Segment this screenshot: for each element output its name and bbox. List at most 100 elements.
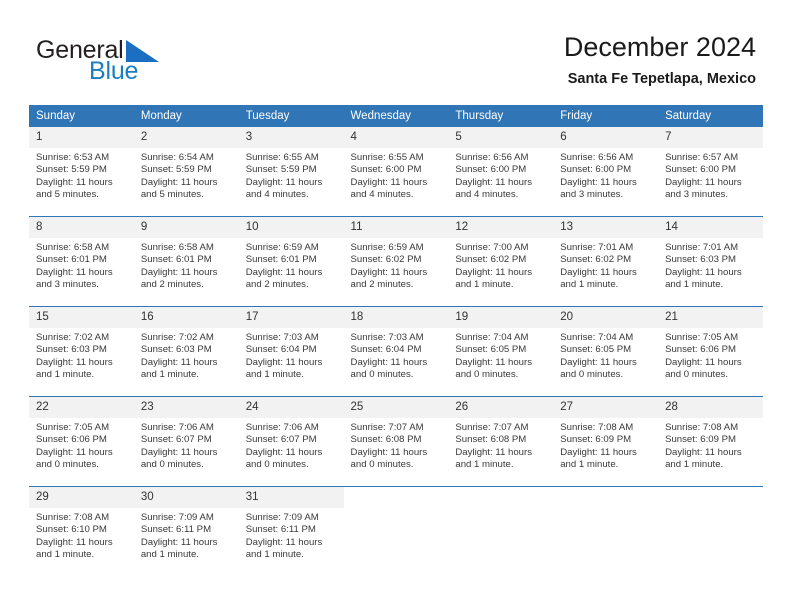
calendar-day-cell[interactable]: 16 Sunrise: 7:02 AM Sunset: 6:03 PM Dayligh… [133,306,239,397]
sunset-time: Sunset: 5:59 PM [245,164,317,176]
day-cell-inner: 18 Sunrise: 7:03 AM Sunset: 6:04 PM Dayligh… [343,307,449,396]
sunrise-time: Sunrise: 7:01 AM [665,242,739,253]
calendar-day-cell[interactable]: 30 Sunrise: 7:09 AM Sunset: 6:11 PM Dayligh… [133,486,239,576]
day-number [553,487,658,508]
sunrise-time: Sunrise: 7:06 AM [140,422,214,433]
day-details: Sunrise: 7:09 AM Sunset: 6:11 PM Daylight:… [134,508,239,562]
daylight-duration-line2: and 2 minutes. [140,279,204,291]
calendar-day-cell[interactable]: 7 Sunrise: 6:57 AM Sunset: 6:00 PM Daylight… [658,126,763,217]
day-cell-inner: 13 Sunrise: 7:01 AM Sunset: 6:02 PM Dayligh… [553,217,659,306]
weekday-header-sunday: Sunday [29,105,134,127]
calendar-day-cell[interactable]: 26 Sunrise: 7:07 AM Sunset: 6:08 PM Dayligh… [448,396,554,487]
day-number: 15 [29,307,134,328]
calendar-day-cell[interactable]: 11 Sunrise: 6:59 AM Sunset: 6:02 PM Dayligh… [343,216,449,307]
day-details: Sunrise: 7:02 AM Sunset: 6:03 PM Daylight:… [29,328,134,382]
day-number: 11 [343,217,449,238]
daylight-duration-line2: and 5 minutes. [36,189,99,201]
daylight-duration-line1: Daylight: 11 hours [140,176,218,188]
day-number [658,487,763,508]
day-cell-inner: 5 Sunrise: 6:56 AM Sunset: 6:00 PM Daylight… [448,127,554,216]
day-number: 28 [658,397,763,418]
day-details: Sunrise: 7:06 AM Sunset: 6:07 PM Daylight:… [134,418,239,472]
brand-logo[interactable]: General Blue [36,36,216,88]
calendar-day-cell[interactable]: 15 Sunrise: 7:02 AM Sunset: 6:03 PM Dayligh… [29,306,134,397]
calendar-day-cell[interactable]: 23 Sunrise: 7:06 AM Sunset: 6:07 PM Dayligh… [133,396,239,487]
daylight-duration-line1: Daylight: 11 hours [455,176,532,188]
sunrise-time: Sunrise: 7:00 AM [455,242,529,253]
calendar-day-cell[interactable]: 5 Sunrise: 6:56 AM Sunset: 6:00 PM Daylight… [448,126,554,217]
daylight-duration-line2: and 0 minutes. [36,459,99,471]
day-number: 10 [238,217,344,238]
day-details [448,508,553,512]
sunrise-time: Sunrise: 7:04 AM [455,332,529,343]
calendar-day-cell[interactable]: 12 Sunrise: 7:00 AM Sunset: 6:02 PM Dayligh… [448,216,554,307]
daylight-duration-line2: and 1 minute. [140,369,199,381]
sunrise-time: Sunrise: 7:09 AM [245,512,319,523]
daylight-duration-line1: Daylight: 11 hours [245,356,323,368]
day-details: Sunrise: 7:08 AM Sunset: 6:10 PM Daylight:… [29,508,134,562]
calendar-day-cell[interactable]: 29 Sunrise: 7:08 AM Sunset: 6:10 PM Dayligh… [29,486,134,576]
calendar-day-cell[interactable]: 18 Sunrise: 7:03 AM Sunset: 6:04 PM Dayligh… [343,306,449,397]
day-number: 16 [133,307,239,328]
sunrise-time: Sunrise: 7:04 AM [560,332,634,343]
day-details: Sunrise: 7:04 AM Sunset: 6:05 PM Daylight:… [553,328,658,382]
calendar-day-cell[interactable]: 31 Sunrise: 7:09 AM Sunset: 6:11 PM Dayligh… [238,486,344,576]
day-details: Sunrise: 6:53 AM Sunset: 5:59 PM Daylight:… [29,148,134,202]
day-details: Sunrise: 7:03 AM Sunset: 6:04 PM Daylight:… [344,328,449,382]
weekday-header-wednesday: Wednesday [343,105,449,127]
calendar-day-cell[interactable]: 28 Sunrise: 7:08 AM Sunset: 6:09 PM Dayligh… [658,396,763,487]
day-details: Sunrise: 7:06 AM Sunset: 6:07 PM Daylight:… [239,418,344,472]
calendar-day-cell[interactable]: 13 Sunrise: 7:01 AM Sunset: 6:02 PM Dayligh… [553,216,659,307]
calendar-day-cell[interactable]: 1 Sunrise: 6:53 AM Sunset: 5:59 PM Daylight… [29,126,134,217]
daylight-duration-line1: Daylight: 11 hours [245,536,323,548]
day-number: 5 [448,127,554,148]
calendar-day-cell[interactable]: 8 Sunrise: 6:58 AM Sunset: 6:01 PM Daylight… [29,216,134,307]
daylight-duration-line1: Daylight: 11 hours [245,446,323,458]
sunset-time: Sunset: 6:00 PM [665,164,736,176]
calendar-day-cell[interactable]: 21 Sunrise: 7:05 AM Sunset: 6:06 PM Dayligh… [658,306,763,397]
day-cell-inner: 27 Sunrise: 7:08 AM Sunset: 6:09 PM Dayligh… [553,397,659,486]
calendar-day-cell[interactable]: 27 Sunrise: 7:08 AM Sunset: 6:09 PM Dayligh… [553,396,659,487]
daylight-duration-line1: Daylight: 11 hours [560,446,637,458]
calendar-day-cell[interactable]: 25 Sunrise: 7:07 AM Sunset: 6:08 PM Dayligh… [343,396,449,487]
calendar-page: General Blue December 2024 Santa Fe Tepe… [0,0,792,612]
daylight-duration-line1: Daylight: 11 hours [36,446,113,458]
calendar-day-cell[interactable]: 20 Sunrise: 7:04 AM Sunset: 6:05 PM Dayligh… [553,306,659,397]
calendar-day-cell[interactable]: 6 Sunrise: 6:56 AM Sunset: 6:00 PM Daylight… [553,126,659,217]
calendar-day-cell[interactable]: 24 Sunrise: 7:06 AM Sunset: 6:07 PM Dayligh… [238,396,344,487]
day-cell-inner: 15 Sunrise: 7:02 AM Sunset: 6:03 PM Dayligh… [29,307,134,396]
day-details: Sunrise: 7:07 AM Sunset: 6:08 PM Daylight:… [344,418,449,472]
calendar-day-cell[interactable]: 17 Sunrise: 7:03 AM Sunset: 6:04 PM Dayligh… [238,306,344,397]
day-details: Sunrise: 7:05 AM Sunset: 6:06 PM Daylight:… [29,418,134,472]
daylight-duration-line2: and 1 minute. [455,459,514,471]
calendar-day-cell[interactable]: 10 Sunrise: 6:59 AM Sunset: 6:01 PM Dayligh… [238,216,344,307]
day-cell-inner [448,487,553,576]
calendar-day-cell[interactable]: 3 Sunrise: 6:55 AM Sunset: 5:59 PM Daylight… [238,126,344,217]
day-details: Sunrise: 6:59 AM Sunset: 6:01 PM Daylight:… [239,238,344,292]
sunset-time: Sunset: 6:09 PM [665,434,736,446]
calendar-day-cell[interactable]: 14 Sunrise: 7:01 AM Sunset: 6:03 PM Dayligh… [658,216,763,307]
daylight-duration-line2: and 1 minute. [560,459,619,471]
sunrise-time: Sunrise: 6:57 AM [665,152,739,163]
daylight-duration-line1: Daylight: 11 hours [665,266,742,278]
calendar-day-cell[interactable]: 9 Sunrise: 6:58 AM Sunset: 6:01 PM Daylight… [133,216,239,307]
sunrise-time: Sunrise: 7:05 AM [36,422,110,433]
day-details: Sunrise: 7:02 AM Sunset: 6:03 PM Daylight:… [134,328,239,382]
day-cell-inner: 28 Sunrise: 7:08 AM Sunset: 6:09 PM Dayligh… [658,397,763,486]
day-number: 18 [343,307,449,328]
sunset-time: Sunset: 6:08 PM [350,434,422,446]
day-cell-inner: 2 Sunrise: 6:54 AM Sunset: 5:59 PM Daylight… [133,127,239,216]
calendar-empty-cell [448,486,554,576]
day-number: 19 [448,307,554,328]
daylight-duration-line1: Daylight: 11 hours [140,536,218,548]
calendar-day-cell[interactable]: 19 Sunrise: 7:04 AM Sunset: 6:05 PM Dayligh… [448,306,554,397]
daylight-duration-line2: and 0 minutes. [350,369,414,381]
calendar-day-cell[interactable]: 4 Sunrise: 6:55 AM Sunset: 6:00 PM Daylight… [343,126,449,217]
day-details: Sunrise: 7:00 AM Sunset: 6:02 PM Daylight:… [448,238,553,292]
day-number: 29 [29,487,134,508]
calendar-day-cell[interactable]: 22 Sunrise: 7:05 AM Sunset: 6:06 PM Dayligh… [29,396,134,487]
calendar-day-cell[interactable]: 2 Sunrise: 6:54 AM Sunset: 5:59 PM Daylight… [133,126,239,217]
day-number: 21 [658,307,763,328]
sunrise-time: Sunrise: 6:58 AM [36,242,110,253]
day-details: Sunrise: 6:55 AM Sunset: 5:59 PM Daylight:… [239,148,344,202]
